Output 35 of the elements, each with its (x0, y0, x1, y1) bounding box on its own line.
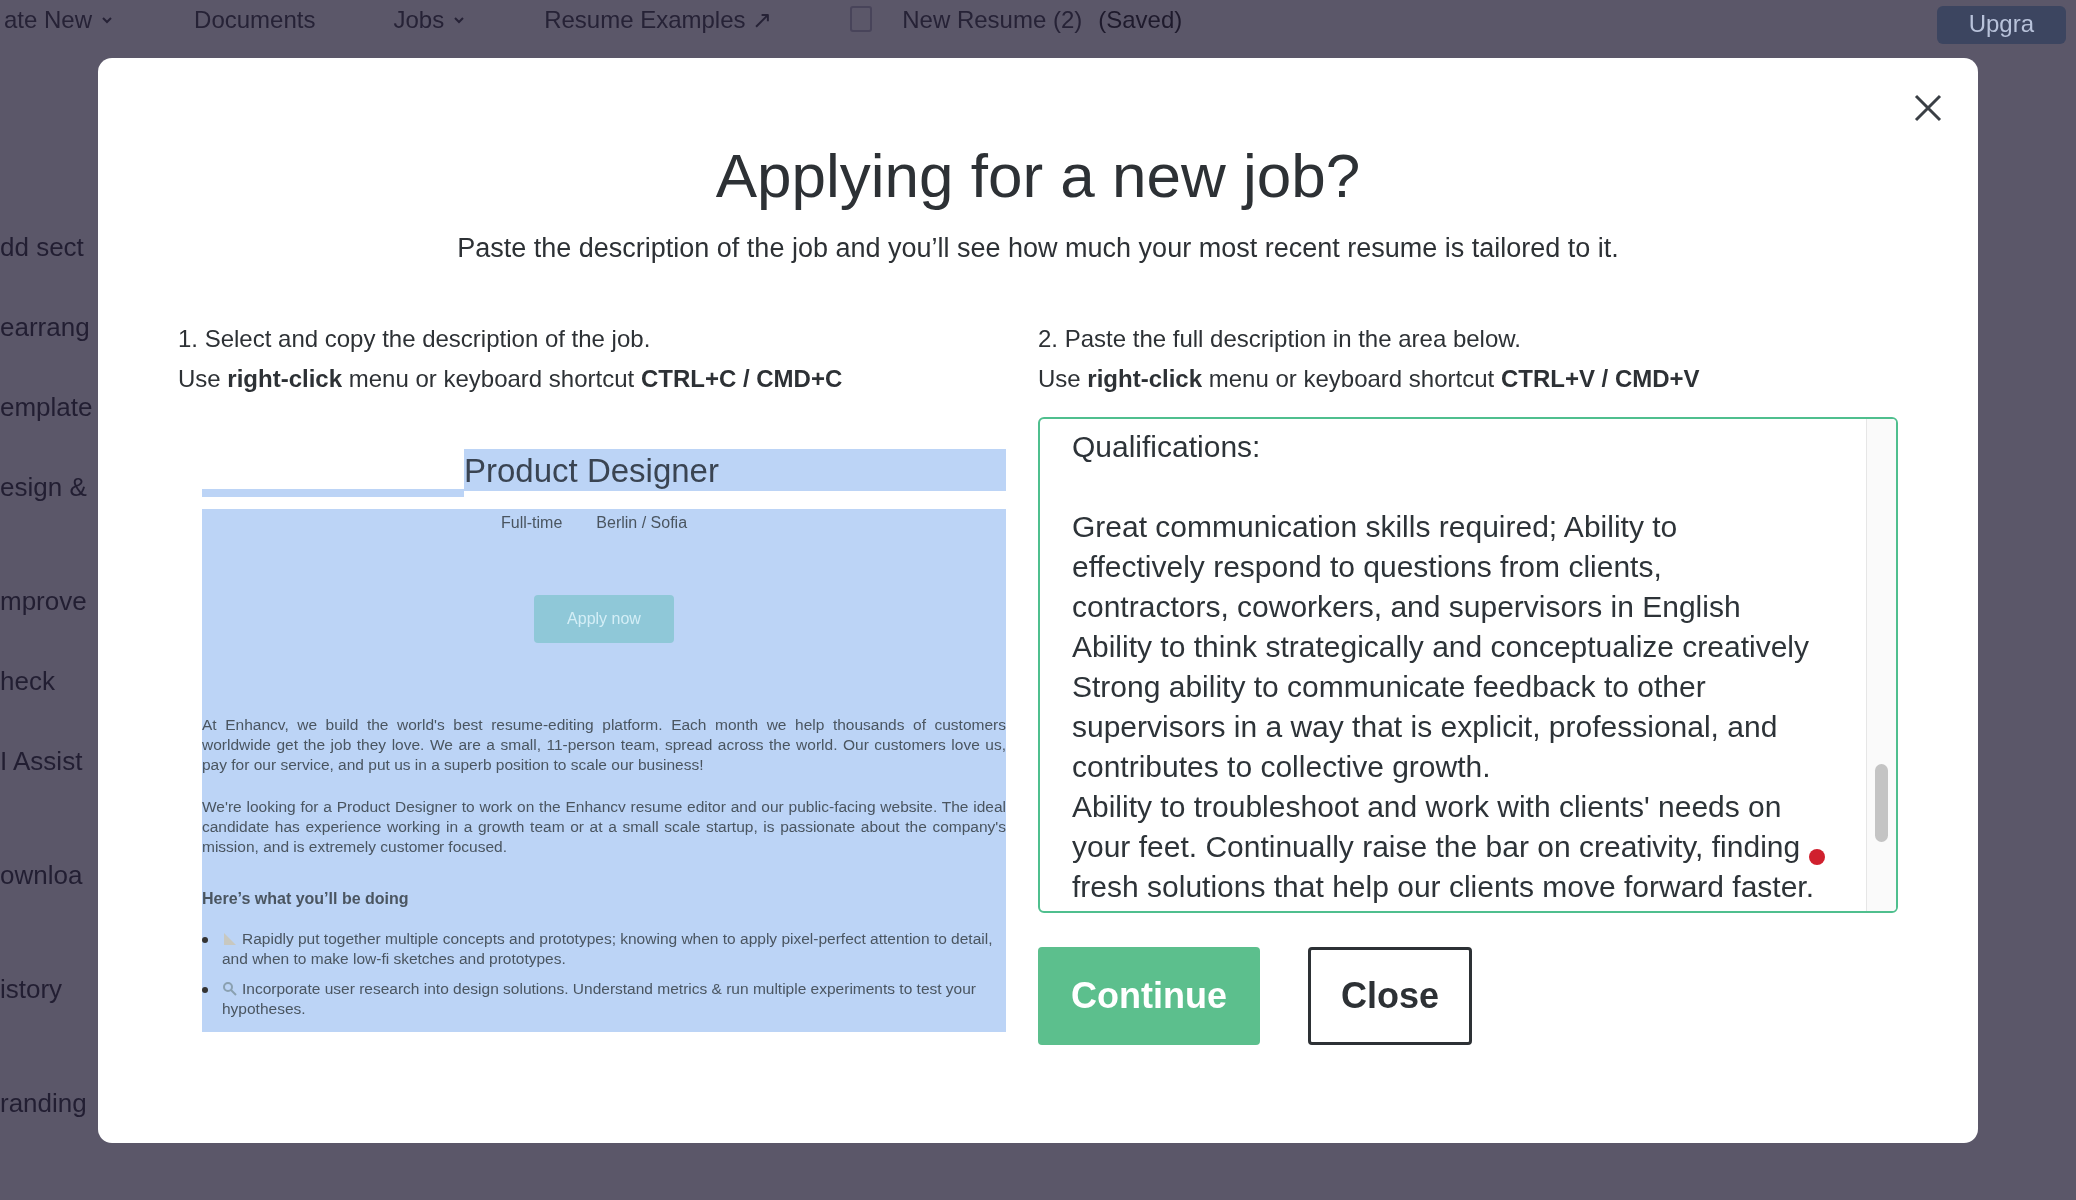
sidebar-item[interactable]: randing (0, 1084, 93, 1164)
job-title: Product Designer (464, 450, 719, 491)
step-instruction: Use right-click menu or keyboard shortcut CTRL+C / CMD+C (178, 363, 844, 394)
bullet-text: Rapidly put together multiple concepts and prototypes; knowing when to apply pixel-perfect attention to detail, and when to make low-fi sketches and prototypes. (222, 928, 994, 969)
continue-button[interactable]: Continue (1038, 946, 1260, 1045)
job-meta: Full-time (500, 512, 563, 533)
bullet-icon (202, 936, 208, 943)
sidebar-item[interactable]: emplate (0, 388, 93, 468)
scrollbar[interactable] (1866, 418, 1896, 911)
dialog-title: Applying for a new job? (715, 140, 1361, 212)
section-heading: Here’s what you’ll be doing (202, 888, 410, 909)
job-description: We're looking for a Product Designer to work on the Enhancv resume editor and our public-facing website. The ideal candidate has experience working in a growth team or at a small scale startup, is passionate about the company's mission, and is extremely customer focused. (202, 796, 1006, 857)
ruler-icon (222, 931, 238, 948)
dialog-subtitle: Paste the description of the job and you’ll see how much your most recent resume is tailored to it. (457, 232, 1619, 265)
close-button[interactable]: Close (1308, 946, 1473, 1045)
sidebar-item[interactable]: istory (0, 970, 93, 1050)
sidebar-item[interactable]: mprove (0, 582, 93, 662)
save-status: (Saved) (1098, 6, 1183, 34)
sidebar-item[interactable]: I Assist (0, 742, 93, 822)
sidebar-item[interactable]: esign & (0, 468, 93, 548)
bullet-text: Incorporate user research into design solutions. Understand metrics & run multiple experiments to test your hypotheses. (222, 978, 978, 1019)
description-field[interactable]: Qualifications: Great communication skills required; Ability to effectively respond to questions from clients, contractors, coworkers, and supervisors in English Ability to think strategically and conceptualize creatively Strong ability to communicate feedback to other supervisors in a way that is explicit, professional, and contributes to collective growth. Ability to troubleshoot and work with clients' needs on your feet. Continually raise the bar on creativity, finding fresh solutions that help our clients move forward faster. (1038, 416, 1898, 913)
sidebar-item[interactable]: earrang (0, 308, 93, 388)
step-instruction: Use right-click menu or keyboard shortcut CTRL+V / CMD+V (1038, 363, 1701, 394)
sidebar-item[interactable]: heck (0, 662, 93, 742)
step-heading: 2. Paste the full description in the area below. (1038, 323, 1522, 354)
job-meta: Berlin / Sofia (596, 512, 688, 533)
apply-button[interactable]: Apply now (534, 594, 674, 643)
sidebar-item[interactable]: ownloa (0, 856, 93, 936)
job-description: At Enhancv, we build the world's best resume-editing platform. Each month we help thousands of customers worldwide get the job they love. We are a small, 11-person team, spread across the world. Our customers love us, pay for our service, and put us in a superb position to scale our business! (202, 714, 1006, 775)
upgrade-button[interactable]: Upgra (1936, 6, 2066, 44)
step-heading: 1. Select and copy the description of the job. (178, 323, 652, 354)
bullet-icon (202, 986, 208, 993)
magnifier-icon (222, 981, 238, 998)
sidebar-item[interactable]: dd sect (0, 228, 93, 308)
